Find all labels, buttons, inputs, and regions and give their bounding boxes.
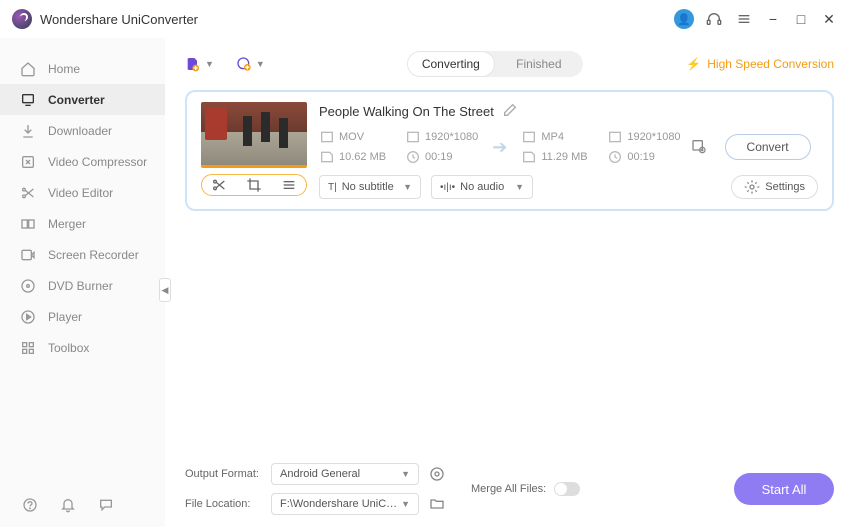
settings-button[interactable]: Settings bbox=[731, 175, 818, 199]
status-tabs: Converting Finished bbox=[407, 51, 583, 77]
high-speed-link[interactable]: ⚡ High Speed Conversion bbox=[686, 57, 834, 71]
merge-label: Merge All Files: bbox=[471, 483, 546, 495]
format-settings-icon[interactable] bbox=[427, 464, 447, 484]
nav-label: Toolbox bbox=[48, 341, 89, 355]
sidebar-item-dvd[interactable]: DVD Burner bbox=[0, 270, 165, 301]
nav-label: Converter bbox=[48, 93, 105, 107]
start-all-button[interactable]: Start All bbox=[734, 473, 834, 505]
collapse-sidebar[interactable]: ◀ bbox=[159, 278, 171, 302]
sidebar-item-compressor[interactable]: Video Compressor bbox=[0, 146, 165, 177]
scissors-icon bbox=[20, 185, 36, 201]
crop-icon[interactable] bbox=[244, 177, 264, 193]
sidebar-item-downloader[interactable]: Downloader bbox=[0, 115, 165, 146]
compressor-icon bbox=[20, 154, 36, 170]
nav-label: Home bbox=[48, 62, 80, 76]
target-meta: MP4 1920*1080 11.29 MB 00:19 bbox=[521, 129, 680, 165]
maximize-button[interactable]: □ bbox=[792, 10, 810, 28]
nav-label: Player bbox=[48, 310, 82, 324]
output-format-select[interactable]: Android General▼ bbox=[271, 463, 419, 485]
disc-icon bbox=[20, 278, 36, 294]
source-meta: MOV 1920*1080 10.62 MB 00:19 bbox=[319, 129, 478, 165]
nav-label: DVD Burner bbox=[48, 279, 113, 293]
feedback-icon[interactable] bbox=[96, 495, 116, 515]
recorder-icon bbox=[20, 247, 36, 263]
tab-finished[interactable]: Finished bbox=[495, 51, 583, 77]
file-card: People Walking On The Street MOV 1920*10… bbox=[185, 90, 834, 211]
user-avatar[interactable]: 👤 bbox=[674, 9, 694, 29]
download-icon bbox=[20, 123, 36, 139]
close-button[interactable]: ✕ bbox=[820, 10, 838, 28]
subtitle-select[interactable]: T|No subtitle▼ bbox=[319, 175, 421, 199]
sidebar-item-player[interactable]: Player bbox=[0, 301, 165, 332]
sidebar-item-recorder[interactable]: Screen Recorder bbox=[0, 239, 165, 270]
trim-icon[interactable] bbox=[209, 177, 229, 193]
home-icon bbox=[20, 61, 36, 77]
sidebar-item-home[interactable]: Home bbox=[0, 53, 165, 84]
menu-icon[interactable] bbox=[734, 9, 754, 29]
add-file-button[interactable]: ▼ bbox=[185, 56, 214, 72]
sidebar-item-editor[interactable]: Video Editor bbox=[0, 177, 165, 208]
merge-toggle[interactable] bbox=[554, 482, 580, 496]
add-from-device-button[interactable]: ▼ bbox=[236, 56, 265, 72]
nav-label: Screen Recorder bbox=[48, 248, 139, 262]
arrow-icon: ➔ bbox=[492, 137, 507, 158]
open-folder-icon[interactable] bbox=[427, 494, 447, 514]
nav-label: Video Compressor bbox=[48, 155, 147, 169]
nav-label: Video Editor bbox=[48, 186, 113, 200]
effects-icon[interactable] bbox=[279, 177, 299, 193]
help-icon[interactable] bbox=[20, 495, 40, 515]
file-location-label: File Location: bbox=[185, 498, 263, 510]
output-settings-icon[interactable] bbox=[691, 138, 707, 157]
app-title: Wondershare UniConverter bbox=[40, 12, 198, 27]
edit-tools bbox=[201, 174, 307, 196]
convert-button[interactable]: Convert bbox=[725, 134, 811, 160]
file-location-select[interactable]: F:\Wondershare UniConverter▼ bbox=[271, 493, 419, 515]
play-icon bbox=[20, 309, 36, 325]
grid-icon bbox=[20, 340, 36, 356]
edit-name-icon[interactable] bbox=[502, 102, 518, 121]
sidebar-item-toolbox[interactable]: Toolbox bbox=[0, 332, 165, 363]
headset-icon[interactable] bbox=[704, 9, 724, 29]
video-thumbnail[interactable] bbox=[201, 102, 307, 168]
tab-converting[interactable]: Converting bbox=[407, 51, 495, 77]
nav-label: Downloader bbox=[48, 124, 112, 138]
sidebar-item-converter[interactable]: Converter bbox=[0, 84, 165, 115]
sidebar: Home Converter Downloader Video Compress… bbox=[0, 38, 165, 527]
bolt-icon: ⚡ bbox=[686, 57, 701, 71]
converter-icon bbox=[20, 92, 36, 108]
merger-icon bbox=[20, 216, 36, 232]
app-logo bbox=[12, 9, 32, 29]
minimize-button[interactable]: − bbox=[764, 10, 782, 28]
output-format-label: Output Format: bbox=[185, 468, 263, 480]
nav-label: Merger bbox=[48, 217, 86, 231]
file-name: People Walking On The Street bbox=[319, 104, 494, 119]
sidebar-item-merger[interactable]: Merger bbox=[0, 208, 165, 239]
audio-select[interactable]: •ı|ı•No audio▼ bbox=[431, 175, 533, 199]
bell-icon[interactable] bbox=[58, 495, 78, 515]
